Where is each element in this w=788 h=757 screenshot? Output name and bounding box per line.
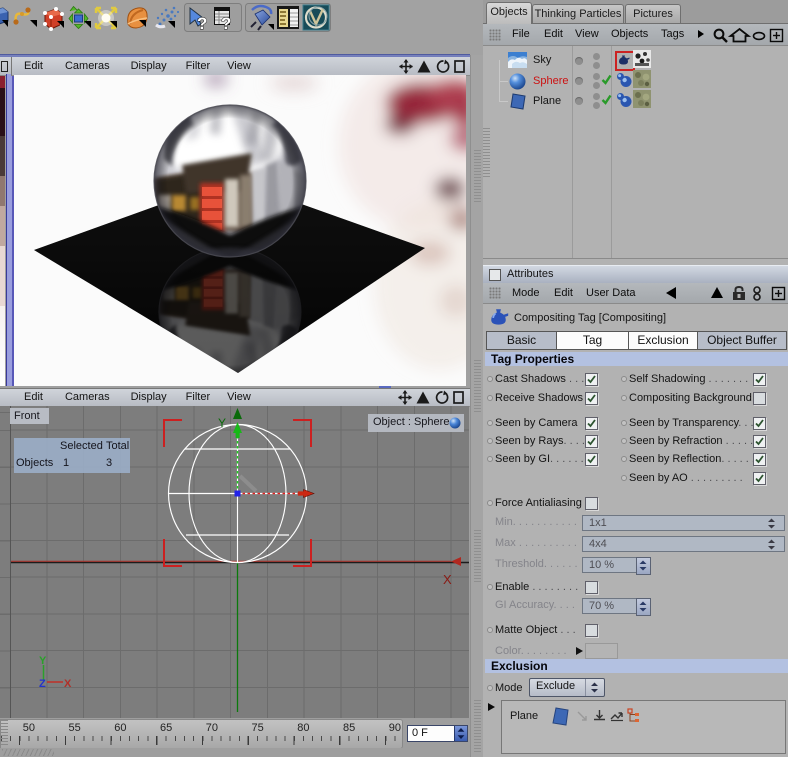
svg-text:X: X	[443, 572, 452, 587]
svg-text:Y: Y	[218, 416, 226, 430]
svg-text:?: ?	[221, 14, 231, 33]
svg-text:Y: Y	[39, 655, 47, 667]
svg-text:?: ?	[197, 14, 207, 33]
svg-text:Z: Z	[39, 678, 46, 690]
svg-text:X: X	[64, 678, 72, 690]
